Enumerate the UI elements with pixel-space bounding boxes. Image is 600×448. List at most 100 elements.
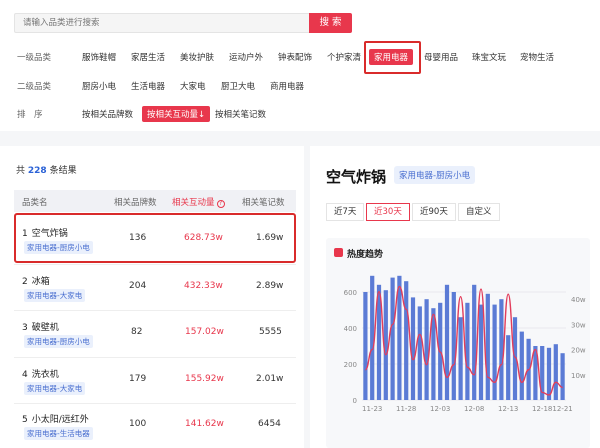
tab-7days[interactable]: 近7天 — [326, 203, 365, 221]
y-tick-label-right: 10w — [571, 372, 586, 380]
info-icon[interactable]: ? — [216, 200, 225, 208]
note-count: 6454 — [258, 419, 281, 429]
brand-count: 100 — [129, 419, 147, 429]
y-tick-label-left: 400 — [344, 325, 357, 333]
level1-item[interactable]: 运动户外 — [229, 51, 263, 63]
bar — [472, 284, 477, 400]
header-category: 品类名 — [22, 198, 48, 208]
category-tag: 家用电器-大家电 — [24, 289, 86, 302]
sort-option-selected[interactable]: 按相关互动量↓ — [142, 106, 211, 122]
detail-tag: 家用电器-厨房小电 — [394, 166, 476, 184]
note-count: 5555 — [259, 327, 282, 337]
x-tick-label: 12-03 — [430, 405, 450, 413]
category-name: 冰箱 — [31, 277, 50, 287]
bar — [553, 344, 558, 400]
detail-panel: 空气炸锅 家用电器-厨房小电 近7天 近30天 近90天 自定义 热度趋势 0 2… — [310, 146, 600, 448]
y-tick-label-right: 40w — [571, 296, 586, 304]
bar — [410, 297, 416, 400]
y-tick-label-right: 30w — [571, 321, 586, 329]
header-notes[interactable]: 相关笔记数 — [242, 196, 285, 208]
level1-item[interactable]: 珠宝文玩 — [472, 51, 506, 63]
result-count-number: 228 — [27, 166, 47, 176]
level1-item[interactable]: 美妆护肤 — [180, 51, 214, 63]
level1-item[interactable]: 个护家清 — [327, 51, 361, 63]
level1-item[interactable]: 宠物生活 — [520, 51, 554, 63]
interaction-count: 157.02w — [185, 327, 224, 337]
filter-panel: 搜 索 一级品类 服饰鞋帽 家居生活 美妆护肤 运动户外 钟表配饰 个护家清 家… — [0, 0, 600, 131]
x-tick-label: 12-13 — [498, 405, 518, 413]
category-name: 小太阳/远红外 — [31, 415, 89, 425]
heat-trend-chart-card: 热度趋势 0 200 400 600 10w 20w 30w 40w 11-23 11-28 12-… — [326, 238, 590, 448]
category-tag: 家用电器-生活电器 — [24, 427, 93, 440]
bar — [506, 335, 511, 400]
rank-number: 2 — [22, 277, 28, 287]
y-tick-label-left: 200 — [344, 361, 357, 369]
x-tick-label: 12-18 — [532, 405, 552, 413]
bar — [458, 317, 463, 400]
header-brands[interactable]: 相关品牌数 — [114, 196, 157, 208]
table-row[interactable]: 4 洗衣机 家用电器-大家电 179 155.92w 2.01w — [14, 357, 296, 405]
detail-title: 空气炸锅 — [326, 168, 387, 186]
bar — [397, 275, 402, 400]
bar — [444, 284, 450, 400]
brand-count: 179 — [129, 374, 147, 384]
level1-item[interactable]: 钟表配饰 — [278, 51, 312, 63]
bar — [451, 292, 456, 400]
bar — [560, 353, 565, 400]
interaction-count: 432.33w — [184, 281, 223, 291]
level1-item[interactable]: 服饰鞋帽 — [82, 51, 116, 63]
trend-icon — [334, 248, 343, 257]
category-tag: 家用电器-厨房小电 — [24, 335, 93, 348]
selected-category-highlight — [364, 41, 421, 74]
bar — [363, 292, 368, 400]
bar — [438, 302, 443, 400]
level1-label: 一级品类 — [17, 53, 52, 63]
tab-custom[interactable]: 自定义 — [458, 203, 500, 221]
bar — [424, 299, 429, 400]
level2-item[interactable]: 商用电器 — [270, 80, 304, 92]
category-name: 洗衣机 — [31, 370, 59, 380]
level2-item[interactable]: 生活电器 — [131, 80, 165, 92]
search-button[interactable]: 搜 索 — [309, 13, 352, 33]
note-count: 2.89w — [256, 281, 284, 291]
bar — [485, 293, 490, 400]
table-row[interactable]: 2 冰箱 家用电器-大家电 204 432.33w 2.89w — [14, 264, 296, 312]
level2-item[interactable]: 厨房小电 — [82, 80, 116, 92]
bar — [499, 299, 504, 400]
bar — [492, 304, 497, 400]
level2-item[interactable]: 厨卫大电 — [221, 80, 255, 92]
interaction-count: 155.92w — [185, 374, 224, 384]
sort-option[interactable]: 按相关笔记数 — [215, 108, 266, 120]
bar — [519, 331, 524, 400]
category-name: 破壁机 — [31, 323, 59, 333]
y-tick-label-right: 20w — [571, 347, 586, 355]
y-tick-label-left: 600 — [344, 289, 357, 297]
search-input[interactable] — [14, 13, 310, 33]
result-count: 共 228 条结果 — [16, 166, 77, 176]
note-count: 2.01w — [256, 374, 284, 384]
x-tick-label: 12-08 — [464, 405, 484, 413]
y-tick-label-left: 0 — [353, 397, 357, 405]
tab-90days[interactable]: 近90天 — [412, 203, 456, 221]
bar — [370, 275, 375, 400]
bar — [465, 302, 470, 400]
bar — [417, 306, 422, 400]
bar — [390, 277, 395, 400]
table-row[interactable]: 5 小太阳/远红外 家用电器-生活电器 100 141.62w 6454 — [14, 402, 296, 448]
bar — [404, 281, 409, 400]
level2-item[interactable]: 大家电 — [180, 80, 206, 92]
rank-number: 5 — [22, 415, 28, 425]
heat-trend-chart: 0 200 400 600 10w 20w 30w 40w 11-23 11-28 12-03 12-… — [344, 275, 586, 413]
header-interactions[interactable]: 相关互动量? — [172, 196, 225, 208]
level1-item[interactable]: 母婴用品 — [424, 51, 458, 63]
brand-count: 82 — [131, 327, 143, 337]
rank-number: 3 — [22, 323, 28, 333]
rank-number: 4 — [22, 370, 28, 380]
table-row[interactable]: 3 破壁机 家用电器-厨房小电 82 157.02w 5555 — [14, 310, 296, 358]
level2-label: 二级品类 — [17, 82, 52, 92]
tab-30days[interactable]: 近30天 — [366, 203, 410, 221]
bar — [546, 347, 552, 400]
sort-option[interactable]: 按相关品牌数 — [82, 108, 133, 120]
level1-item[interactable]: 家居生活 — [131, 51, 165, 63]
chart-title: 热度趋势 — [347, 250, 384, 260]
